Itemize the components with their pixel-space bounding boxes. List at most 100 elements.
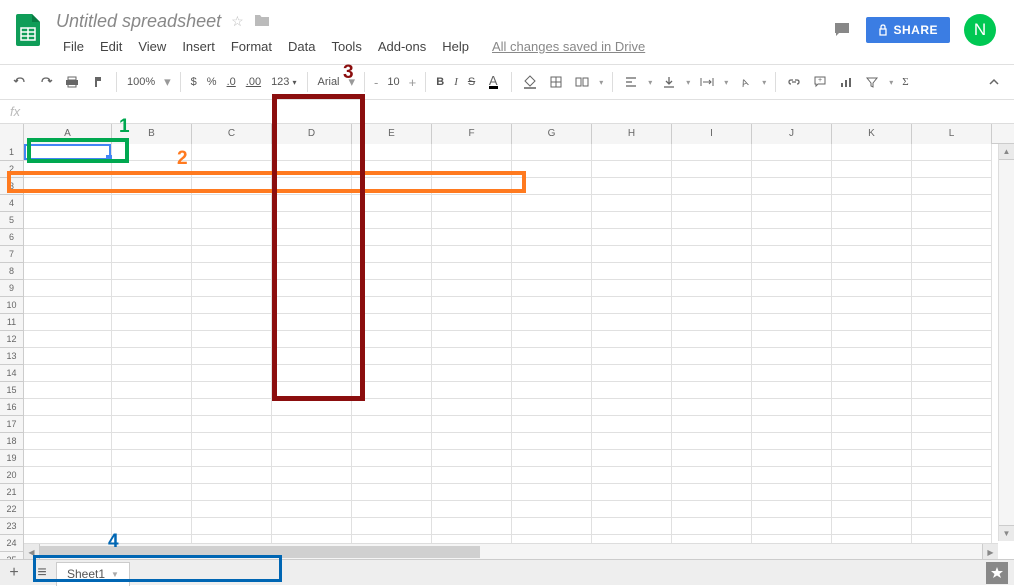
- cell-E8[interactable]: [352, 263, 432, 280]
- row-header-2[interactable]: 2: [0, 161, 24, 178]
- doc-title[interactable]: Untitled spreadsheet: [56, 11, 221, 32]
- cell-L10[interactable]: [912, 297, 992, 314]
- cell-L9[interactable]: [912, 280, 992, 297]
- row-header-12[interactable]: 12: [0, 331, 24, 348]
- cell-H14[interactable]: [592, 365, 672, 382]
- cell-F6[interactable]: [432, 229, 512, 246]
- cell-C23[interactable]: [192, 518, 272, 535]
- cell-D7[interactable]: [272, 246, 352, 263]
- cell-D8[interactable]: [272, 263, 352, 280]
- cell-K7[interactable]: [832, 246, 912, 263]
- cell-D17[interactable]: [272, 416, 352, 433]
- col-header-I[interactable]: I: [672, 124, 752, 144]
- cell-J22[interactable]: [752, 501, 832, 518]
- cell-H6[interactable]: [592, 229, 672, 246]
- text-color-button[interactable]: A: [481, 70, 505, 94]
- cell-J1[interactable]: [752, 144, 832, 161]
- cell-E17[interactable]: [352, 416, 432, 433]
- scroll-right-button[interactable]: ▶: [982, 544, 998, 559]
- cell-C1[interactable]: [192, 144, 272, 161]
- fill-color-button[interactable]: [518, 70, 542, 94]
- cell-B21[interactable]: [112, 484, 192, 501]
- cell-B11[interactable]: [112, 314, 192, 331]
- row-header-25[interactable]: 25: [0, 552, 24, 559]
- formula-bar[interactable]: fx: [0, 100, 1014, 124]
- cell-K21[interactable]: [832, 484, 912, 501]
- cell-F21[interactable]: [432, 484, 512, 501]
- cell-F13[interactable]: [432, 348, 512, 365]
- explore-button[interactable]: [986, 562, 1008, 584]
- cell-B10[interactable]: [112, 297, 192, 314]
- cell-I10[interactable]: [672, 297, 752, 314]
- cell-J10[interactable]: [752, 297, 832, 314]
- cell-A3[interactable]: [24, 178, 112, 195]
- cell-K9[interactable]: [832, 280, 912, 297]
- cell-G4[interactable]: [512, 195, 592, 212]
- cell-C7[interactable]: [192, 246, 272, 263]
- cell-D1[interactable]: [272, 144, 352, 161]
- cell-G15[interactable]: [512, 382, 592, 399]
- cell-J8[interactable]: [752, 263, 832, 280]
- row-header-23[interactable]: 23: [0, 518, 24, 535]
- cell-I20[interactable]: [672, 467, 752, 484]
- cell-B8[interactable]: [112, 263, 192, 280]
- cell-J9[interactable]: [752, 280, 832, 297]
- cell-L21[interactable]: [912, 484, 992, 501]
- cell-G14[interactable]: [512, 365, 592, 382]
- cell-B23[interactable]: [112, 518, 192, 535]
- comment-button[interactable]: +: [808, 70, 832, 94]
- menu-tools[interactable]: Tools: [324, 37, 368, 56]
- add-sheet-button[interactable]: +: [0, 560, 28, 586]
- cell-E9[interactable]: [352, 280, 432, 297]
- cell-L13[interactable]: [912, 348, 992, 365]
- menu-format[interactable]: Format: [224, 37, 279, 56]
- cell-I13[interactable]: [672, 348, 752, 365]
- cell-A8[interactable]: [24, 263, 112, 280]
- cell-D6[interactable]: [272, 229, 352, 246]
- cell-A7[interactable]: [24, 246, 112, 263]
- cell-B20[interactable]: [112, 467, 192, 484]
- cell-J23[interactable]: [752, 518, 832, 535]
- cell-H2[interactable]: [592, 161, 672, 178]
- cell-D22[interactable]: [272, 501, 352, 518]
- row-header-16[interactable]: 16: [0, 399, 24, 416]
- row-header-20[interactable]: 20: [0, 467, 24, 484]
- cell-B14[interactable]: [112, 365, 192, 382]
- menu-data[interactable]: Data: [281, 37, 322, 56]
- cell-H10[interactable]: [592, 297, 672, 314]
- cell-F2[interactable]: [432, 161, 512, 178]
- cell-I12[interactable]: [672, 331, 752, 348]
- cell-A9[interactable]: [24, 280, 112, 297]
- cell-A5[interactable]: [24, 212, 112, 229]
- cell-E13[interactable]: [352, 348, 432, 365]
- cell-H15[interactable]: [592, 382, 672, 399]
- cell-C18[interactable]: [192, 433, 272, 450]
- cell-I11[interactable]: [672, 314, 752, 331]
- cell-A15[interactable]: [24, 382, 112, 399]
- col-header-F[interactable]: F: [432, 124, 512, 144]
- cell-E19[interactable]: [352, 450, 432, 467]
- cell-J15[interactable]: [752, 382, 832, 399]
- cell-H11[interactable]: [592, 314, 672, 331]
- cell-H16[interactable]: [592, 399, 672, 416]
- cell-G5[interactable]: [512, 212, 592, 229]
- cell-L11[interactable]: [912, 314, 992, 331]
- percent-button[interactable]: %: [203, 76, 221, 88]
- cell-J17[interactable]: [752, 416, 832, 433]
- row-header-13[interactable]: 13: [0, 348, 24, 365]
- cell-G17[interactable]: [512, 416, 592, 433]
- cell-H19[interactable]: [592, 450, 672, 467]
- cell-B13[interactable]: [112, 348, 192, 365]
- cell-H3[interactable]: [592, 178, 672, 195]
- menu-view[interactable]: View: [131, 37, 173, 56]
- cell-D10[interactable]: [272, 297, 352, 314]
- cell-H12[interactable]: [592, 331, 672, 348]
- cell-I3[interactable]: [672, 178, 752, 195]
- cell-C2[interactable]: [192, 161, 272, 178]
- font-size-select[interactable]: 10: [383, 76, 403, 88]
- cell-K6[interactable]: [832, 229, 912, 246]
- cell-K22[interactable]: [832, 501, 912, 518]
- cell-E15[interactable]: [352, 382, 432, 399]
- currency-button[interactable]: $: [187, 76, 201, 88]
- cell-J11[interactable]: [752, 314, 832, 331]
